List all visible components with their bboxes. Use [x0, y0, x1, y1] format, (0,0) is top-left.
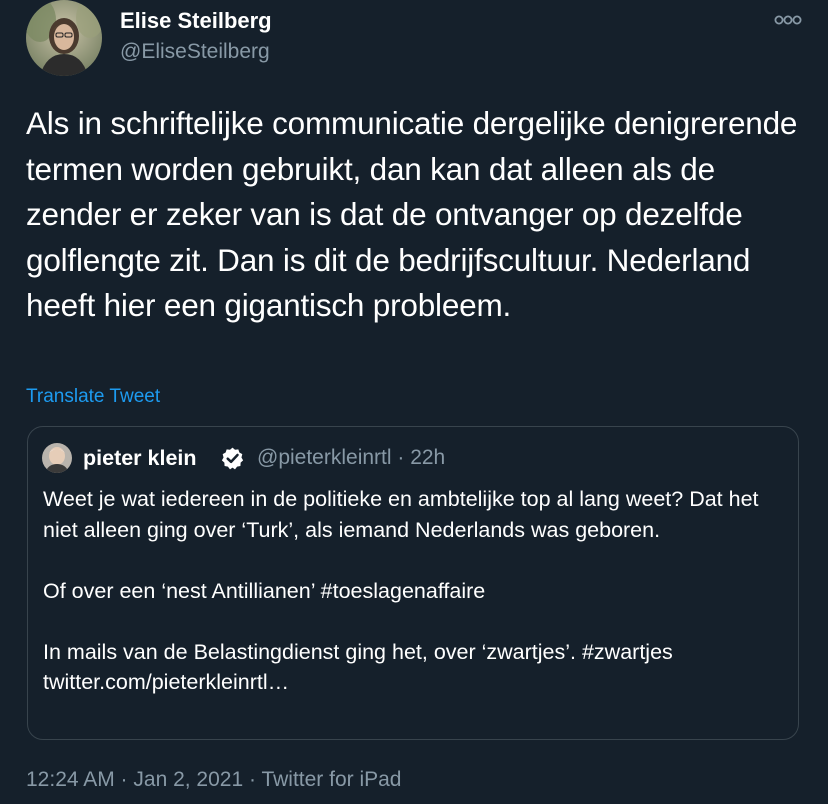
quoted-tweet-card[interactable]: pieter klein @pieterkleinrtl · 22h Weet … [27, 426, 799, 740]
quoted-paragraph: In mails van de Belastingdienst ging het… [43, 639, 673, 695]
quoted-paragraph: Weet je wat iedereen in de politieke en … [43, 487, 759, 542]
quoted-tweet-text: Weet je wat iedereen in de politieke en … [43, 484, 793, 698]
translate-tweet-link[interactable]: Translate Tweet [26, 386, 160, 408]
verified-badge-icon [221, 447, 244, 470]
author-name[interactable]: Elise Steilberg [120, 8, 272, 34]
tweet-meta: 12:24 AM · Jan 2, 2021 · Twitter for iPa… [26, 768, 402, 792]
tweet-timestamp[interactable]: 12:24 AM · Jan 2, 2021 · [26, 768, 261, 791]
verified-badge [220, 446, 245, 471]
author-avatar[interactable] [26, 0, 102, 76]
more-options-icon [774, 15, 802, 25]
profile-photo-icon [26, 0, 102, 76]
author-handle[interactable]: @EliseSteilberg [120, 40, 270, 64]
quoted-author-name[interactable]: pieter klein [83, 446, 197, 471]
quoted-paragraph: Of over een ‘nest Antillianen’ #toeslage… [43, 578, 486, 603]
tweet-text: Als in schriftelijke communicatie dergel… [26, 105, 798, 324]
more-options-button[interactable] [772, 8, 804, 32]
profile-photo-icon [42, 443, 72, 473]
tweet-source[interactable]: Twitter for iPad [261, 768, 401, 791]
quoted-author-avatar[interactable] [42, 443, 72, 473]
quoted-handle-time[interactable]: @pieterkleinrtl · 22h [257, 446, 445, 470]
